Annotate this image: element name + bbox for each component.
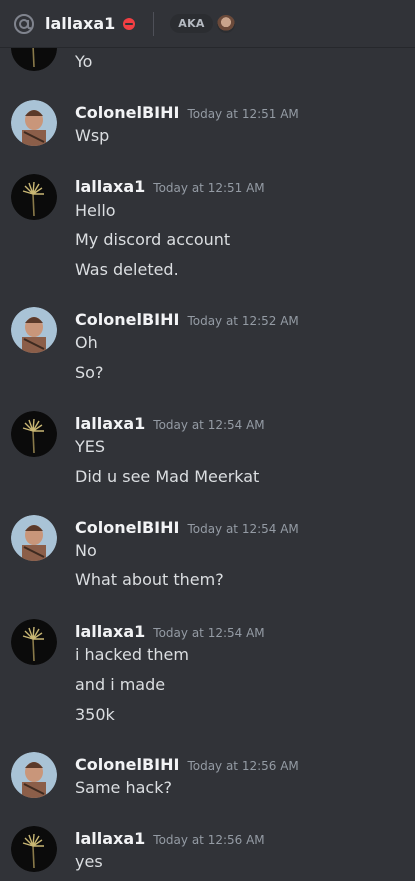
avatar-colonelbihi[interactable] xyxy=(11,752,57,798)
message-text: What about them? xyxy=(75,570,224,589)
message-text: Oh xyxy=(75,333,98,352)
message-text: No xyxy=(75,541,97,560)
message-text: My discord account xyxy=(75,230,231,249)
at-sign-icon xyxy=(13,13,35,35)
author-name[interactable]: ColonelBIHI xyxy=(75,103,179,122)
avatar-lallaxa1[interactable] xyxy=(11,174,57,220)
avatar-lallaxa1[interactable] xyxy=(11,619,57,665)
avatar-lallaxa1[interactable] xyxy=(11,411,57,457)
header-divider xyxy=(153,11,155,36)
message-text: YES xyxy=(75,437,106,456)
message-header: ColonelBIHI Today at 12:56 AM xyxy=(75,755,299,774)
avatar-lallaxa1[interactable] xyxy=(11,826,57,872)
dm-header: lallaxa1 AKA xyxy=(0,0,415,48)
message-header: ColonelBIHI Today at 12:54 AM xyxy=(75,518,299,537)
message-text: Wsp xyxy=(75,126,110,145)
message-text: Yo xyxy=(75,52,93,71)
avatar-colonelbihi[interactable] xyxy=(11,515,57,561)
message-header: lallaxa1 Today at 12:51 AM xyxy=(75,177,265,196)
message-text: Same hack? xyxy=(75,778,172,797)
author-name[interactable]: lallaxa1 xyxy=(75,829,145,848)
timestamp: Today at 12:54 AM xyxy=(187,522,299,536)
message-text: and i made xyxy=(75,675,166,694)
message-text: So? xyxy=(75,363,104,382)
dnd-status-icon xyxy=(123,17,136,30)
avatar-colonelbihi[interactable] xyxy=(11,100,57,146)
author-name[interactable]: ColonelBIHI xyxy=(75,518,179,537)
timestamp: Today at 12:52 AM xyxy=(187,314,299,328)
author-name[interactable]: ColonelBIHI xyxy=(75,310,179,329)
timestamp: Today at 12:54 AM xyxy=(153,418,265,432)
message-text: Hello xyxy=(75,201,116,220)
timestamp: Today at 12:56 AM xyxy=(187,759,299,773)
timestamp: Today at 12:51 AM xyxy=(153,181,265,195)
aka-avatar[interactable] xyxy=(216,14,235,33)
aka-badge[interactable]: AKA xyxy=(170,14,213,33)
dm-chat-view: Yo ColonelBIHI Today at 12:51 AM Wsp lal… xyxy=(0,0,415,881)
message-text: Did u see Mad Meerkat xyxy=(75,467,260,486)
message-text: Was deleted. xyxy=(75,260,179,279)
author-name[interactable]: lallaxa1 xyxy=(75,622,145,641)
timestamp: Today at 12:51 AM xyxy=(187,107,299,121)
message-header: ColonelBIHI Today at 12:52 AM xyxy=(75,310,299,329)
author-name[interactable]: ColonelBIHI xyxy=(75,755,179,774)
avatar-colonelbihi[interactable] xyxy=(11,307,57,353)
author-name[interactable]: lallaxa1 xyxy=(75,177,145,196)
timestamp: Today at 12:54 AM xyxy=(153,626,265,640)
message-list[interactable]: Yo ColonelBIHI Today at 12:51 AM Wsp lal… xyxy=(0,0,415,881)
message-header: lallaxa1 Today at 12:54 AM xyxy=(75,414,265,433)
message-header: lallaxa1 Today at 12:54 AM xyxy=(75,622,265,641)
message-text: 350k xyxy=(75,705,115,724)
dm-username[interactable]: lallaxa1 xyxy=(45,14,115,33)
author-name[interactable]: lallaxa1 xyxy=(75,414,145,433)
message-header: ColonelBIHI Today at 12:51 AM xyxy=(75,103,299,122)
message-text: i hacked them xyxy=(75,645,189,664)
message-header: lallaxa1 Today at 12:56 AM xyxy=(75,829,265,848)
message-text: yes xyxy=(75,852,103,871)
timestamp: Today at 12:56 AM xyxy=(153,833,265,847)
